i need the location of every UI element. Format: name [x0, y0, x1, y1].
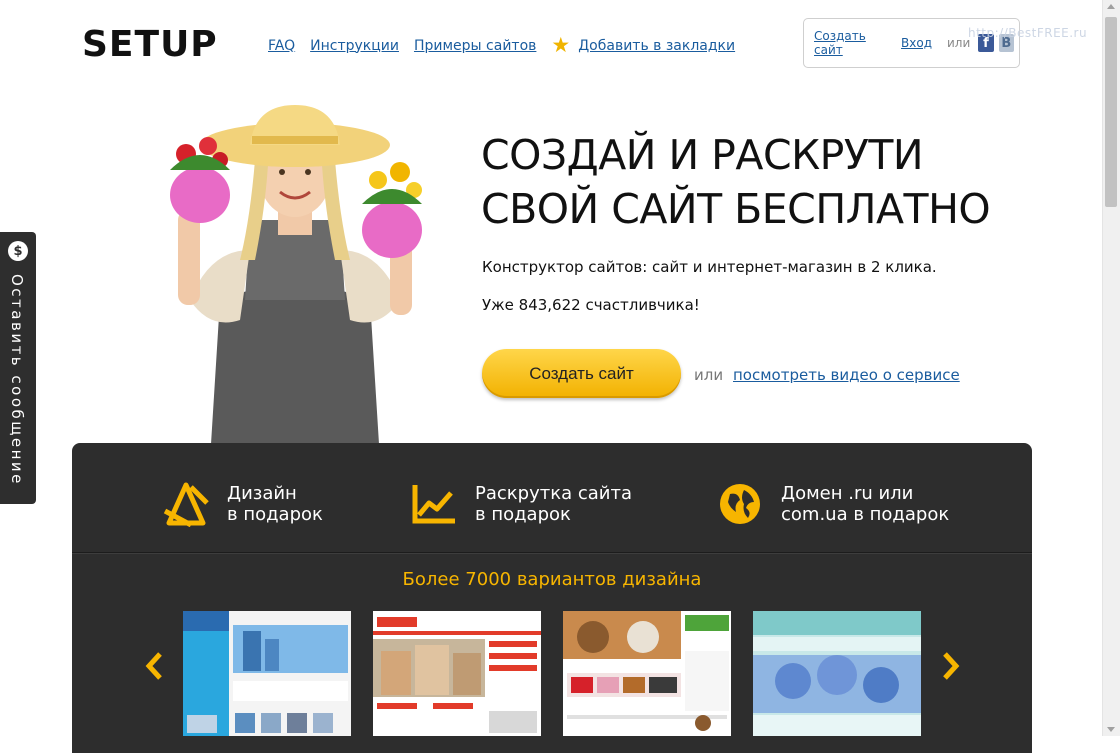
feedback-tab[interactable]: $ Оставить сообщение: [0, 232, 36, 504]
scroll-up-arrow-icon[interactable]: [1107, 4, 1115, 9]
feature-domain: Домен .ru или com.ua в подарок: [714, 478, 949, 530]
main-nav: FAQ Инструкции Примеры сайтов ★ Добавить…: [268, 35, 750, 56]
watch-video-link[interactable]: посмотреть видео о сервисе: [733, 366, 960, 384]
feature-domain-text: Домен .ru или com.ua в подарок: [781, 483, 949, 525]
feature-design-text: Дизайн в подарок: [227, 483, 323, 525]
hero-title: СОЗДАЙ И РАСКРУТИ СВОЙ САЙТ БЕСПЛАТНО: [481, 128, 991, 236]
feature-design: Дизайн в подарок: [160, 478, 323, 530]
designs-title: Более 7000 вариантов дизайна: [402, 569, 702, 590]
gardener-woman-illustration: [170, 105, 422, 450]
design-thumbnail-1[interactable]: [183, 611, 351, 736]
create-site-button[interactable]: Создать сайт: [482, 349, 681, 398]
globe-icon: [714, 478, 766, 530]
feature-domain-line2: com.ua в подарок: [781, 504, 950, 525]
hero-subtitle: Конструктор сайтов: сайт и интернет-мага…: [482, 258, 937, 276]
user-counter: Уже 843,622 счастливчика!: [482, 296, 700, 314]
growth-chart-icon: [408, 478, 460, 530]
feature-promotion: Раскрутка сайта в подарок: [408, 478, 632, 530]
design-tools-icon: [160, 478, 212, 530]
design-thumbnail-2[interactable]: [373, 611, 541, 736]
features-row: Дизайн в подарок Раскрутка сайта в подар…: [72, 478, 1032, 538]
feature-promotion-line2: в подарок: [475, 504, 571, 525]
scroll-thumb[interactable]: [1105, 17, 1117, 207]
carousel-next-arrow-icon[interactable]: [940, 648, 962, 684]
design-thumbnail-3[interactable]: [563, 611, 731, 736]
feature-promotion-line1: Раскрутка сайта: [475, 483, 632, 504]
hero-title-line1: СОЗДАЙ И РАСКРУТИ: [481, 131, 924, 179]
feature-domain-line1: Домен .ru или: [781, 483, 914, 504]
hero-title-line2: СВОЙ САЙТ БЕСПЛАТНО: [481, 185, 991, 233]
cta-or-text: или: [694, 366, 724, 384]
logo-text: SETUP: [82, 23, 218, 65]
design-carousel: [183, 611, 923, 736]
carousel-prev-arrow-icon[interactable]: [143, 648, 165, 684]
watermark: http://BestFREE.ru: [968, 26, 1088, 40]
nav-instructions[interactable]: Инструкции: [310, 38, 399, 54]
logo[interactable]: SETUP: [82, 23, 218, 65]
feedback-tab-label: Оставить сообщение: [8, 274, 26, 486]
nav-faq[interactable]: FAQ: [268, 38, 295, 54]
login-or-text: или: [947, 36, 971, 50]
design-thumbnail-4[interactable]: [753, 611, 921, 736]
dollar-bubble-icon: $: [8, 241, 28, 261]
panel-divider-highlight: [72, 553, 1032, 554]
scroll-down-arrow-icon[interactable]: [1107, 727, 1115, 732]
nav-site-examples[interactable]: Примеры сайтов: [414, 38, 536, 54]
feature-design-line2: в подарок: [227, 504, 323, 525]
vertical-scrollbar[interactable]: [1102, 0, 1120, 736]
login-link[interactable]: Вход: [901, 36, 932, 50]
create-site-link[interactable]: Создать сайт: [814, 29, 886, 57]
feature-design-line1: Дизайн: [227, 483, 297, 504]
feature-promotion-text: Раскрутка сайта в подарок: [475, 483, 632, 525]
add-bookmark-link[interactable]: Добавить в закладки: [578, 38, 735, 54]
star-icon: ★: [551, 33, 571, 57]
